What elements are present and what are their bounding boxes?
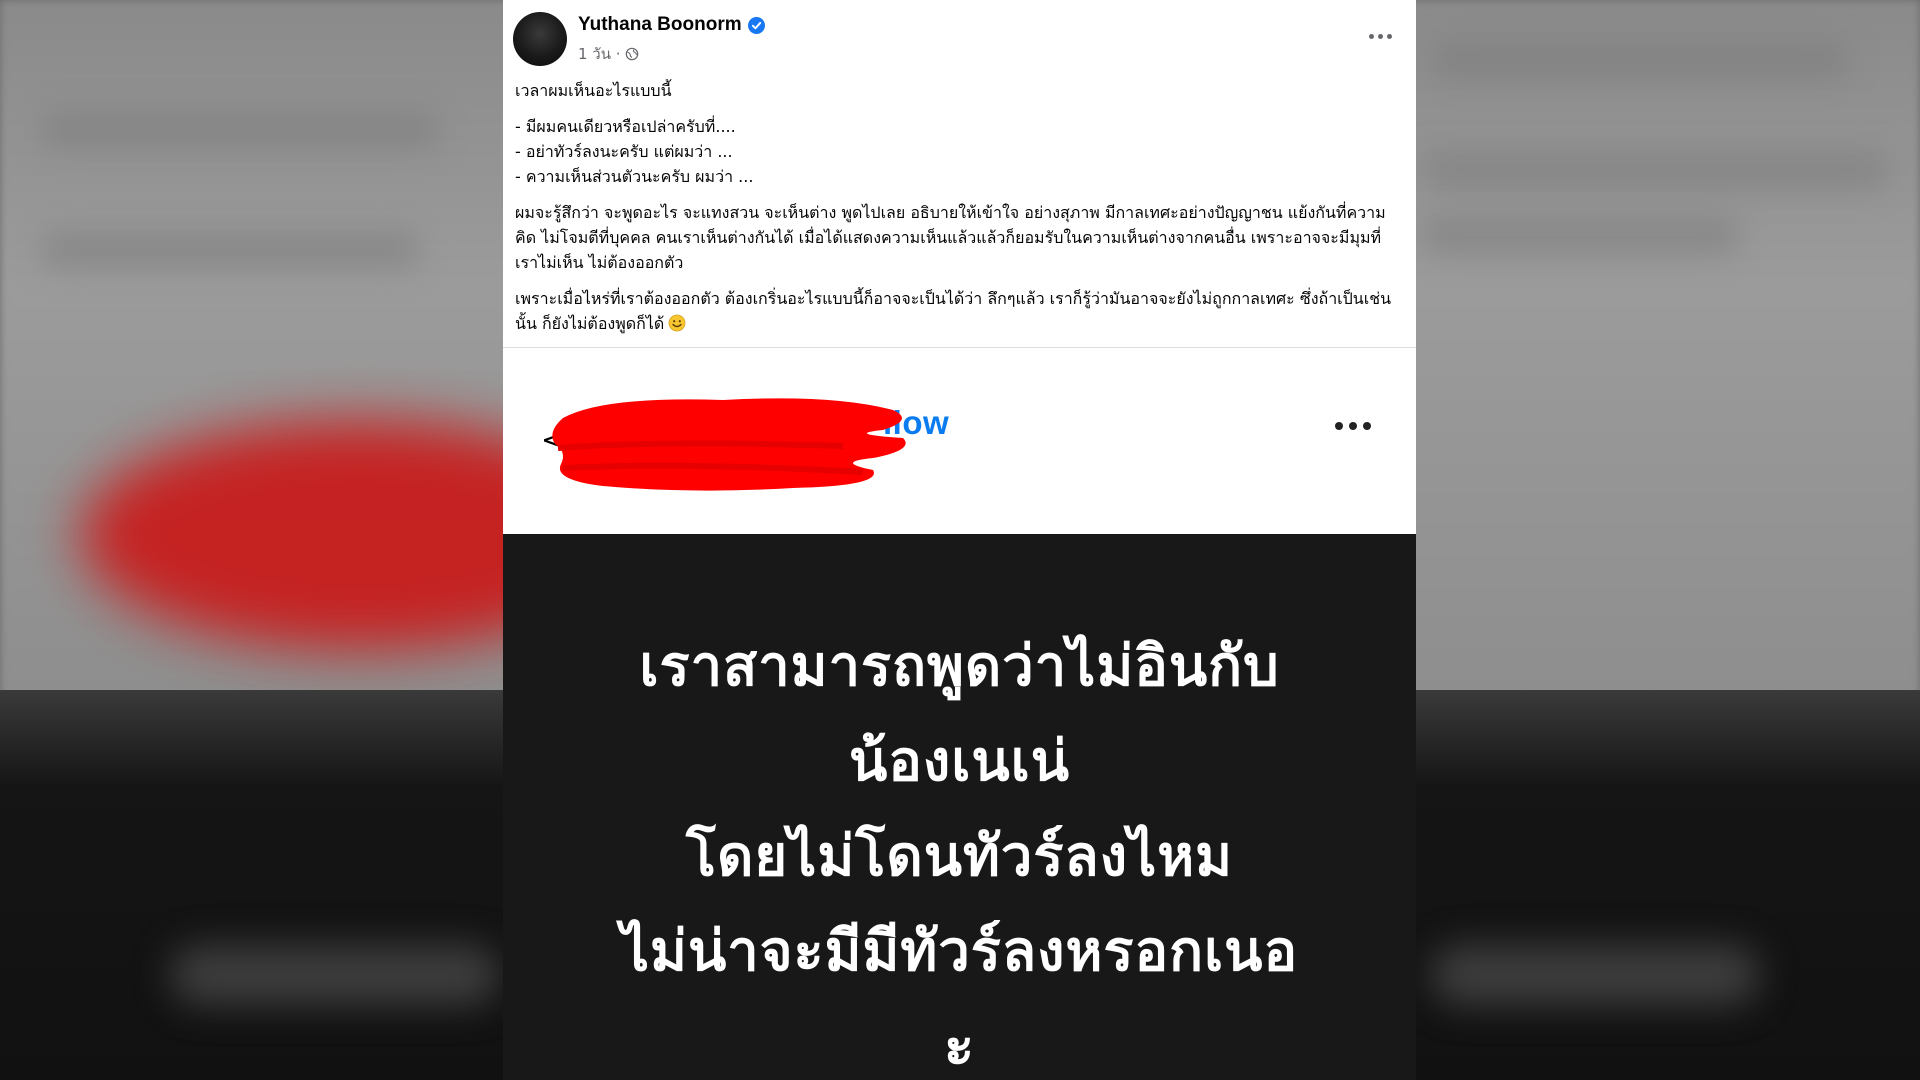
author-name[interactable]: Yuthana Boonorm <box>578 14 742 36</box>
list-item: - มีผมคนเดียวหรือเปล่าครับที่.... <box>515 117 736 136</box>
post-paragraph-2: เพราะเมื่อไหร่ที่เราต้องออกตัว ต้องเกริ่… <box>515 286 1402 336</box>
story-line: น้องเนเน่ <box>848 729 1071 794</box>
facebook-post: Yuthana Boonorm 1 วัน · เวลาผมเห็นอะไรแบ… <box>503 0 1416 1080</box>
backdrop-ghost <box>1420 215 1740 255</box>
more-dot <box>1335 422 1343 430</box>
post-timestamp[interactable]: 1 วัน · <box>578 42 621 66</box>
backdrop-ghost <box>1420 150 1890 190</box>
post-body: เวลาผมเห็นอะไรแบบนี้ - มีผมคนเดียวหรือเป… <box>503 78 1416 336</box>
post-intro: เวลาผมเห็นอะไรแบบนี้ <box>515 81 672 100</box>
story-line: ไม่น่าจะมีมีทัวร์ลงหรอกเนอ <box>620 919 1299 984</box>
story-text-card: เราสามารถพูดว่าไม่อินกับ น้องเนเน่ โดยไม… <box>503 534 1416 1080</box>
backdrop-ghost <box>1430 945 1760 1005</box>
more-dot <box>1386 33 1392 39</box>
list-item: - ความเห็นส่วนตัวนะครับ ผมว่า ... <box>515 167 754 186</box>
story-line: โดยไม่โดนทัวร์ลงไหม <box>685 824 1234 889</box>
story-line: เราสามารถพูดว่าไม่อินกับ <box>639 634 1280 699</box>
embedded-screenshot-header: < llow <box>503 348 1416 523</box>
red-scribble-redaction <box>552 398 906 491</box>
post-meta: 1 วัน · <box>578 42 639 66</box>
post-paragraph-1: ผมจะรู้สึกว่า จะพูดอะไร จะแทงสวน จะเห็นต… <box>515 203 1386 272</box>
author-name-row: Yuthana Boonorm <box>578 14 765 36</box>
list-item: - อย่าทัวร์ลงนะครับ แต่ผมว่า ... <box>515 142 733 161</box>
backdrop-ghost <box>1430 40 1850 80</box>
more-dot <box>1377 33 1383 39</box>
backdrop-ghost <box>40 230 420 270</box>
post-more-options-button[interactable] <box>1362 22 1398 50</box>
story-text: เราสามารถพูดว่าไม่อินกับ น้องเนเน่ โดยไม… <box>503 534 1416 1080</box>
verified-badge-icon <box>747 16 765 34</box>
post-bullet-list: - มีผมคนเดียวหรือเปล่าครับที่.... - อย่า… <box>515 114 1402 189</box>
post-paragraph-2-text: เพราะเมื่อไหร่ที่เราต้องออกตัว ต้องเกริ่… <box>515 289 1392 333</box>
post-header: Yuthana Boonorm 1 วัน · <box>503 0 1416 78</box>
smile-emoji-icon <box>668 314 686 332</box>
more-dot <box>1368 33 1374 39</box>
backdrop-ghost <box>170 945 500 1005</box>
story-line: ะ <box>943 1014 976 1079</box>
avatar[interactable] <box>513 12 567 66</box>
globe-icon <box>625 47 639 61</box>
embed-more-options-icon <box>1335 422 1371 430</box>
more-dot <box>1363 422 1371 430</box>
backdrop-ghost <box>40 110 440 150</box>
more-dot <box>1349 422 1357 430</box>
